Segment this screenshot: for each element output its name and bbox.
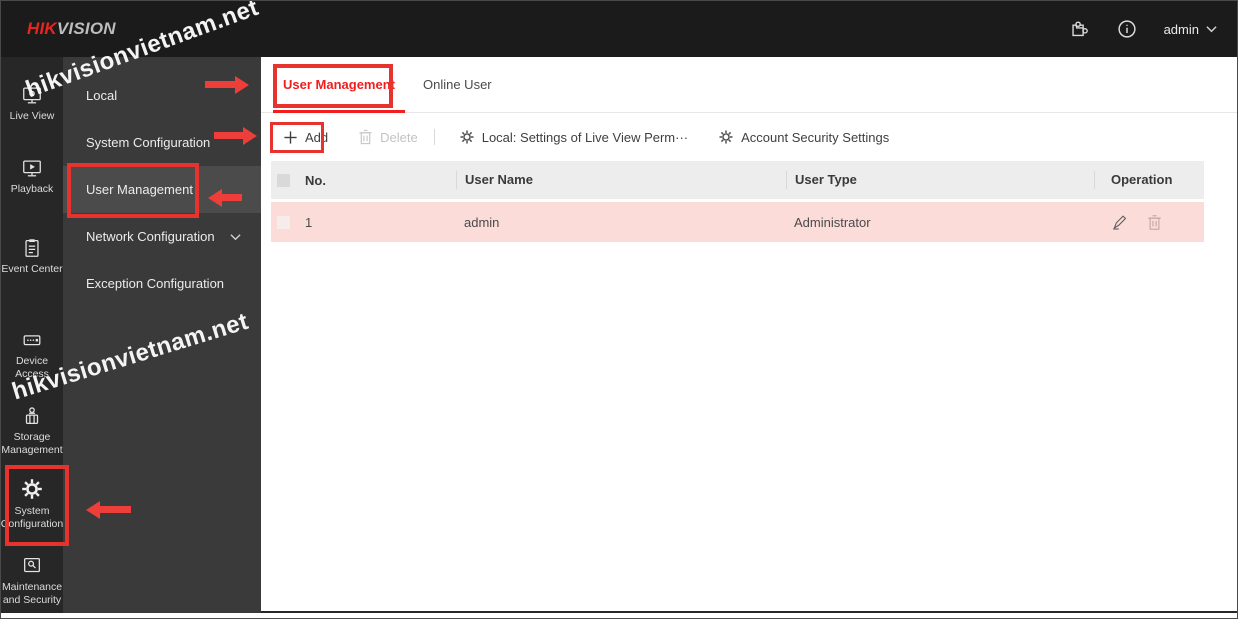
- screenshot-root: HIKVISION admin Live View Playback Event…: [0, 0, 1238, 619]
- delete-button[interactable]: Delete: [348, 123, 428, 151]
- header-operation: Operation: [1094, 171, 1204, 189]
- chevron-down-icon: [1206, 26, 1217, 33]
- gear-icon: [22, 479, 42, 499]
- sidebar-item-event-center[interactable]: Event Center: [1, 237, 63, 276]
- info-icon[interactable]: [1116, 18, 1138, 40]
- hikvision-logo: HIKVISION: [27, 19, 116, 39]
- sidebar-item-label: Storage Management: [1, 431, 63, 457]
- account-security-settings-label: Account Security Settings: [741, 129, 890, 145]
- cell-operation: [1094, 213, 1204, 232]
- delete-trash-icon[interactable]: [1145, 213, 1164, 232]
- sidebar-item-label: Event Center: [1, 263, 63, 275]
- sidebar-item-label: Playback: [10, 183, 54, 195]
- cell-user-name: admin: [464, 214, 500, 230]
- cell-no: 1: [305, 214, 313, 230]
- device-access-icon: [23, 335, 41, 346]
- row-checkbox[interactable]: [277, 215, 290, 229]
- storage-icon: [25, 407, 39, 424]
- live-view-monitor-icon: [23, 87, 41, 104]
- header-no: No.: [305, 172, 326, 188]
- header-user-name: User Name: [456, 171, 786, 189]
- sidebar-item-label: System Configuration: [0, 505, 64, 531]
- app-window: HIKVISION admin Live View Playback Event…: [1, 1, 1237, 613]
- submenu-item-network-configuration[interactable]: Network Configuration: [63, 213, 261, 260]
- submenu-item-user-management[interactable]: User Management: [63, 166, 261, 213]
- gear-icon: [460, 130, 474, 144]
- tab-user-management[interactable]: User Management: [273, 57, 405, 113]
- submenu-label: User Management: [86, 182, 193, 197]
- config-sub-sidebar: Local System Configuration User Manageme…: [63, 57, 261, 613]
- submenu-label: Local: [86, 88, 118, 103]
- table-row[interactable]: 1 admin Administrator: [271, 202, 1204, 242]
- submenu-item-system-configuration[interactable]: System Configuration: [63, 119, 261, 166]
- main-content: User Management Online User Add Delete L…: [261, 57, 1237, 611]
- chevron-down-icon: [230, 233, 241, 240]
- sidebar-item-system-configuration[interactable]: System Configuration: [1, 477, 63, 531]
- add-button[interactable]: Add: [273, 124, 338, 151]
- live-view-permission-settings-label: Local: Settings of Live View Perm···: [481, 129, 689, 145]
- tab-label: Online User: [422, 77, 492, 92]
- sidebar-item-label: Device Access: [15, 355, 49, 381]
- event-clipboard-icon: [25, 239, 39, 257]
- sidebar-item-playback[interactable]: Playback: [1, 157, 63, 196]
- sidebar-item-live-view[interactable]: Live View: [1, 84, 63, 123]
- add-button-label: Add: [305, 129, 329, 145]
- tab-online-user[interactable]: Online User: [413, 57, 502, 112]
- logo-hik-text: HIK: [27, 19, 57, 38]
- submenu-item-exception-configuration[interactable]: Exception Configuration: [63, 260, 261, 307]
- sidebar-item-label: Live View: [9, 110, 55, 122]
- submenu-label: Exception Configuration: [86, 276, 225, 291]
- account-security-settings-button[interactable]: Account Security Settings: [708, 123, 899, 151]
- main-sidebar: Live View Playback Event Center Device A…: [1, 57, 63, 613]
- tab-bar: User Management Online User: [261, 57, 1237, 113]
- plus-icon: [284, 130, 297, 144]
- live-view-permission-settings-button[interactable]: Local: Settings of Live View Perm···: [449, 123, 698, 151]
- edit-pen-icon[interactable]: [1110, 213, 1129, 232]
- topbar: HIKVISION admin: [1, 1, 1237, 57]
- toolbar-divider: [433, 129, 435, 145]
- select-all-checkbox[interactable]: [277, 173, 290, 187]
- tab-label: User Management: [283, 77, 395, 92]
- playback-icon: [23, 160, 41, 177]
- toolbar: Add Delete Local: Settings of Live View …: [261, 113, 1237, 161]
- submenu-label: Network Configuration: [86, 229, 215, 244]
- gear-icon: [719, 130, 733, 144]
- table-header: No. User Name User Type Operation: [271, 161, 1204, 199]
- logo-vision-text: VISION: [56, 19, 116, 38]
- sidebar-item-label: Maintenance and Security: [1, 581, 63, 607]
- header-user-type: User Type: [786, 171, 1094, 189]
- user-name-label: admin: [1163, 21, 1199, 37]
- maintenance-icon: [24, 558, 40, 573]
- row-checkbox-cell: [271, 215, 297, 229]
- sidebar-item-device-access[interactable]: Device Access: [1, 329, 63, 381]
- sidebar-item-storage-management[interactable]: Storage Management: [1, 405, 63, 457]
- puzzle-plugin-icon[interactable]: [1068, 18, 1090, 40]
- cell-user-type: Administrator: [794, 214, 871, 230]
- header-checkbox-cell: [271, 173, 297, 187]
- sidebar-item-maintenance-security[interactable]: Maintenance and Security: [1, 555, 63, 607]
- user-account-menu[interactable]: admin: [1164, 22, 1217, 37]
- trash-icon: [359, 129, 372, 145]
- topbar-right-cluster: admin: [1068, 18, 1217, 40]
- user-table: No. User Name User Type Operation 1 admi…: [271, 161, 1204, 242]
- delete-button-label: Delete: [380, 129, 418, 145]
- submenu-item-local[interactable]: Local: [63, 72, 261, 119]
- submenu-label: System Configuration: [86, 135, 211, 150]
